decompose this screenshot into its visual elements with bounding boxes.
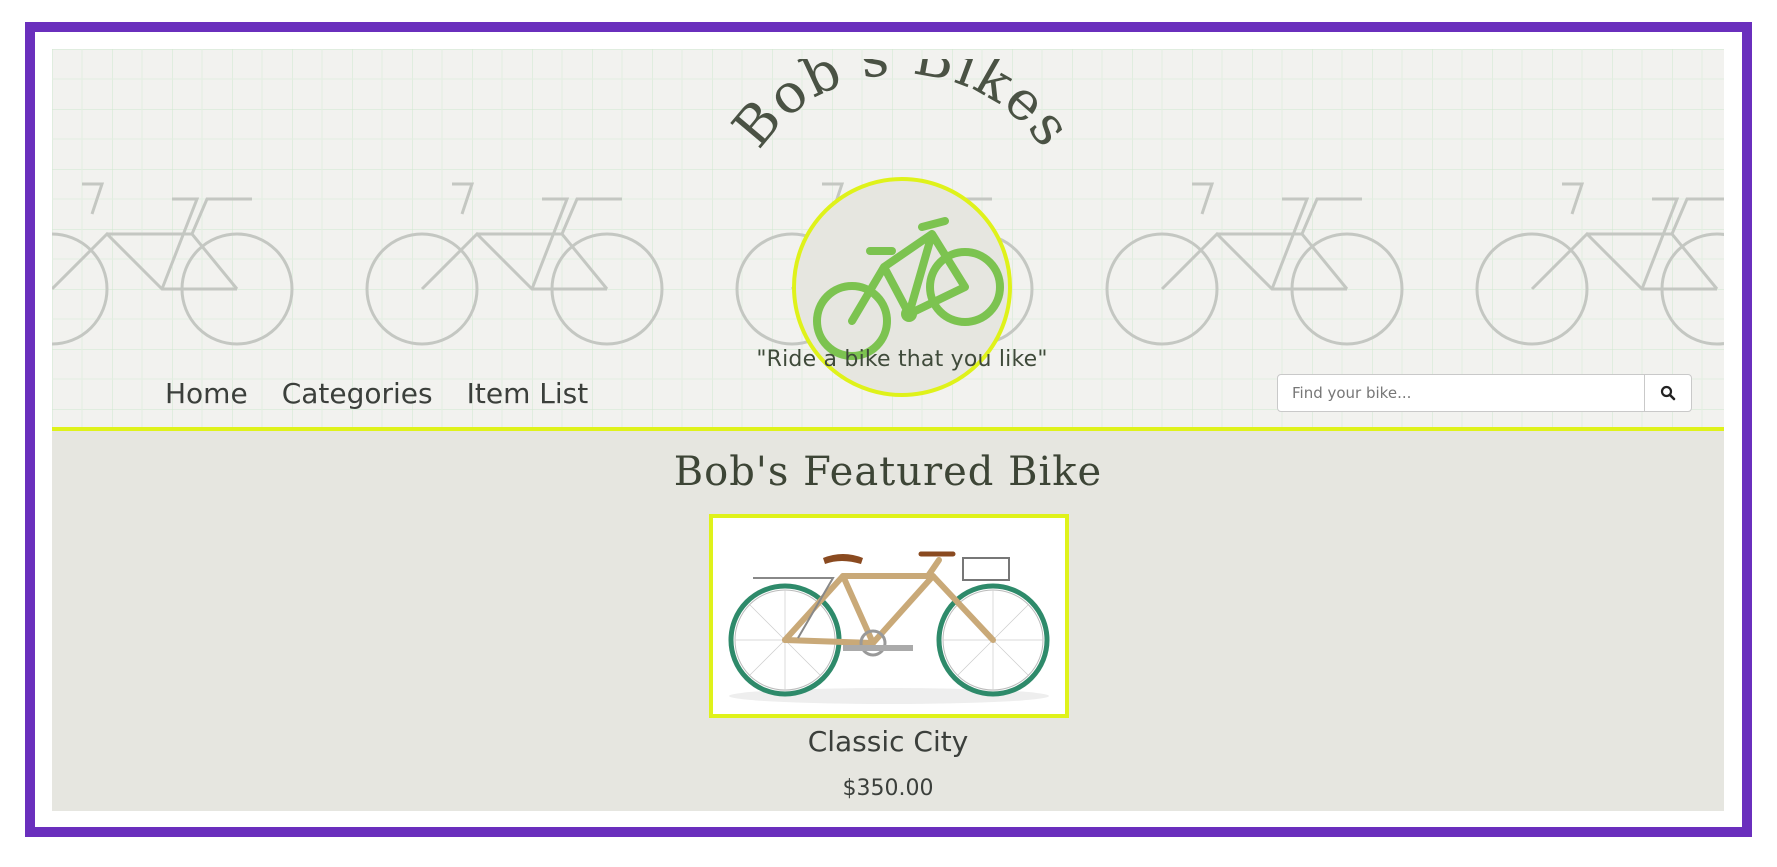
svg-text:Bob's Bikes: Bob's Bikes bbox=[720, 59, 1084, 159]
nav-home[interactable]: Home bbox=[165, 377, 248, 410]
website: Bob's Bikes "Ride a bike that you like" … bbox=[52, 49, 1724, 811]
main-nav: Home Categories Item List bbox=[165, 377, 588, 410]
search-icon bbox=[1660, 385, 1676, 401]
search-input[interactable] bbox=[1278, 375, 1644, 411]
search-button[interactable] bbox=[1644, 375, 1691, 411]
nav-item-list[interactable]: Item List bbox=[467, 377, 589, 410]
tagline: "Ride a bike that you like" bbox=[756, 347, 1048, 372]
product-price: $350.00 bbox=[842, 776, 934, 801]
search-box bbox=[1277, 374, 1692, 412]
product-name[interactable]: Classic City bbox=[52, 725, 1724, 758]
featured-title: Bob's Featured Bike bbox=[673, 449, 1103, 495]
header-divider bbox=[52, 427, 1724, 431]
featured-product-image[interactable] bbox=[709, 514, 1069, 718]
site-header: Bob's Bikes "Ride a bike that you like" … bbox=[52, 49, 1724, 427]
city-bike-photo bbox=[713, 518, 1065, 714]
nav-categories[interactable]: Categories bbox=[282, 377, 433, 410]
